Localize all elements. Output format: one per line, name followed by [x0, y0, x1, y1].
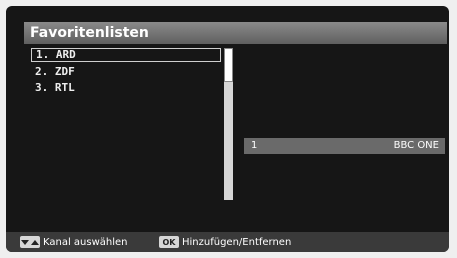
- hint-add-remove-label: Hinzufügen/Entfernen: [182, 236, 292, 248]
- hint-select-channel-label: Kanal auswählen: [43, 236, 128, 248]
- tv-menu-screen: Favoritenlisten 1. ARD 2. ZDF 3. RTL 1 B…: [6, 6, 449, 252]
- list-scrollbar[interactable]: [224, 48, 233, 200]
- hint-add-remove: OK Hinzufügen/Entfernen: [159, 235, 291, 249]
- up-down-arrows-icon: [20, 236, 40, 248]
- list-item-ard[interactable]: 1. ARD: [31, 48, 221, 62]
- key-hint-footer: Kanal auswählen OK Hinzufügen/Entfernen: [6, 232, 449, 252]
- channel-name: BBC ONE: [393, 140, 439, 151]
- list-item-rtl[interactable]: 3. RTL: [31, 81, 221, 95]
- selected-channel-bar: 1 BBC ONE: [244, 138, 445, 154]
- menu-title: Favoritenlisten: [24, 22, 447, 44]
- favorite-channel-list: 1. ARD 2. ZDF 3. RTL: [31, 48, 223, 198]
- scrollbar-thumb[interactable]: [224, 48, 233, 82]
- channel-number: 1: [251, 140, 258, 151]
- ok-key-icon: OK: [159, 236, 179, 248]
- hint-select-channel: Kanal auswählen: [20, 235, 128, 249]
- list-item-zdf[interactable]: 2. ZDF: [31, 65, 221, 79]
